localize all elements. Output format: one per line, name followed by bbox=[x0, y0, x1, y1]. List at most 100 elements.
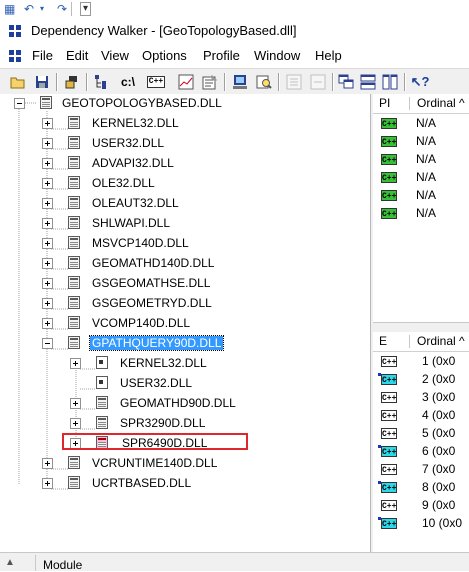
imports-header: PI Ordinal ^ bbox=[373, 94, 469, 114]
expand-toggle[interactable] bbox=[42, 198, 53, 209]
customize-qat-icon[interactable]: ▾ bbox=[80, 2, 91, 16]
menu-profile[interactable]: Profile bbox=[202, 48, 241, 64]
export-row[interactable]: C++ 4 (0x0 bbox=[373, 406, 469, 424]
tree-item-label[interactable]: KERNEL32.DLL bbox=[92, 116, 179, 130]
tree-item-label[interactable]: UCRTBASED.DLL bbox=[92, 476, 191, 490]
save-icon[interactable] bbox=[32, 72, 52, 92]
expand-toggle[interactable] bbox=[70, 398, 81, 409]
help-icon[interactable]: ↖? bbox=[410, 72, 430, 92]
module-dependency-tree[interactable]: GEOTOPOLOGYBASED.DLL KERNEL32.DLL USER32… bbox=[0, 94, 371, 552]
column-header-ordinal[interactable]: Ordinal ^ bbox=[411, 332, 469, 351]
menu-edit[interactable]: Edit bbox=[65, 48, 89, 64]
expand-toggle[interactable] bbox=[42, 318, 53, 329]
tree-item-label[interactable]: SPR3290D.DLL bbox=[120, 416, 205, 430]
export-row[interactable]: C++ 3 (0x0 bbox=[373, 388, 469, 406]
tree-item-label[interactable]: GSGEOMATHSE.DLL bbox=[92, 276, 210, 290]
find-icon[interactable] bbox=[254, 72, 274, 92]
copy-icon[interactable] bbox=[62, 72, 82, 92]
expand-toggle[interactable] bbox=[70, 358, 81, 369]
expand-icon[interactable] bbox=[284, 72, 304, 92]
tree-item-label[interactable]: GEOMATHD90D.DLL bbox=[120, 396, 236, 410]
column-divider bbox=[409, 335, 410, 348]
parent-imports-pane[interactable]: PI Ordinal ^ C++ N/A C++ N/A C++ N/A C++ N/A C++… bbox=[373, 94, 469, 322]
export-row[interactable]: C++ 6 (0x0 bbox=[373, 442, 469, 460]
collapse-toggle[interactable] bbox=[42, 338, 53, 349]
tree-item-selected-label[interactable]: GPATHQUERY90D.DLL bbox=[88, 335, 225, 351]
path-icon[interactable]: c:\ bbox=[118, 72, 138, 92]
import-row[interactable]: C++ N/A bbox=[373, 168, 469, 186]
tree-item-label[interactable]: OLE32.DLL bbox=[92, 176, 155, 190]
expand-toggle[interactable] bbox=[42, 238, 53, 249]
import-row[interactable]: C++ N/A bbox=[373, 132, 469, 150]
tree-item-label[interactable]: OLEAUT32.DLL bbox=[92, 196, 179, 210]
expand-toggle[interactable] bbox=[70, 418, 81, 429]
tree-item-label[interactable]: USER32.DLL bbox=[120, 376, 192, 390]
tree-item-label[interactable]: MSVCP140D.DLL bbox=[92, 236, 189, 250]
column-header-pi[interactable]: PI bbox=[373, 94, 409, 113]
expand-toggle[interactable] bbox=[42, 278, 53, 289]
menu-window[interactable]: Window bbox=[253, 48, 301, 64]
exports-pane[interactable]: E Ordinal ^ C++ 1 (0x0 C++ 2 (0x0 C++ 3 (0x0 C… bbox=[373, 332, 469, 552]
export-row[interactable]: C++ 8 (0x0 bbox=[373, 478, 469, 496]
tree-item-label[interactable]: ADVAPI32.DLL bbox=[92, 156, 174, 170]
undo-dropdown-icon[interactable]: ▾ bbox=[40, 2, 44, 16]
expand-toggle[interactable] bbox=[42, 218, 53, 229]
collapse-icon[interactable] bbox=[308, 72, 328, 92]
menu-view[interactable]: View bbox=[100, 48, 130, 64]
expand-toggle[interactable] bbox=[42, 458, 53, 469]
expand-toggle[interactable] bbox=[42, 258, 53, 269]
expand-toggle[interactable] bbox=[42, 178, 53, 189]
module-icon bbox=[68, 456, 80, 469]
cascade-icon[interactable] bbox=[336, 72, 356, 92]
tile-vertical-icon[interactable] bbox=[380, 72, 400, 92]
tree-item-label[interactable]: GSGEOMETRYD.DLL bbox=[92, 296, 212, 310]
undo-icon[interactable]: ↶ bbox=[24, 2, 34, 16]
menu-help[interactable]: Help bbox=[314, 48, 343, 64]
module-icon bbox=[68, 116, 80, 129]
tree-icon[interactable] bbox=[92, 72, 112, 92]
expand-toggle[interactable] bbox=[42, 158, 53, 169]
export-row[interactable]: C++ 2 (0x0 bbox=[373, 370, 469, 388]
redo-icon[interactable]: ↷ bbox=[57, 2, 67, 16]
cpp-import-icon: C++ bbox=[381, 172, 397, 183]
export-row[interactable]: C++ 5 (0x0 bbox=[373, 424, 469, 442]
menu-file[interactable]: File bbox=[31, 48, 54, 64]
tree-item-label[interactable]: SHLWAPI.DLL bbox=[92, 216, 170, 230]
module-icon bbox=[68, 176, 80, 189]
import-row[interactable]: C++ N/A bbox=[373, 114, 469, 132]
tree-item-label[interactable]: VCOMP140D.DLL bbox=[92, 316, 190, 330]
expand-toggle[interactable] bbox=[42, 298, 53, 309]
export-row[interactable]: C++ 7 (0x0 bbox=[373, 460, 469, 478]
column-header-module[interactable]: Module bbox=[43, 559, 82, 571]
ordinal-value: N/A bbox=[416, 206, 437, 220]
module-icon bbox=[96, 396, 108, 409]
tree-item-label[interactable]: GEOMATHD140D.DLL bbox=[92, 256, 214, 270]
tile-horizontal-icon[interactable] bbox=[358, 72, 378, 92]
import-row[interactable]: C++ N/A bbox=[373, 186, 469, 204]
open-icon[interactable] bbox=[8, 72, 28, 92]
expand-toggle[interactable] bbox=[42, 478, 53, 489]
properties-icon[interactable] bbox=[200, 72, 220, 92]
import-row[interactable]: C++ N/A bbox=[373, 204, 469, 222]
import-row[interactable]: C++ N/A bbox=[373, 150, 469, 168]
export-row[interactable]: C++ 9 (0x0 bbox=[373, 496, 469, 514]
sort-ascending-icon[interactable]: ▲ bbox=[5, 557, 15, 568]
ordinal-value: 5 (0x0 bbox=[422, 426, 456, 440]
module-icon bbox=[68, 316, 80, 329]
tree-root-label[interactable]: GEOTOPOLOGYBASED.DLL bbox=[62, 96, 222, 110]
menu-options[interactable]: Options bbox=[141, 48, 188, 64]
graph-icon[interactable] bbox=[176, 72, 196, 92]
document-system-menu-icon[interactable] bbox=[9, 50, 21, 62]
collapse-toggle[interactable] bbox=[14, 98, 25, 109]
column-header-ordinal[interactable]: Ordinal ^ bbox=[411, 94, 469, 113]
export-row[interactable]: C++ 10 (0x0 bbox=[373, 514, 469, 532]
tree-item-label[interactable]: VCRUNTIME140D.DLL bbox=[92, 456, 217, 470]
export-row[interactable]: C++ 1 (0x0 bbox=[373, 352, 469, 370]
system-info-icon[interactable] bbox=[230, 72, 250, 92]
expand-toggle[interactable] bbox=[42, 118, 53, 129]
tree-item-label[interactable]: KERNEL32.DLL bbox=[120, 356, 207, 370]
cpp-icon[interactable]: C++ bbox=[146, 72, 166, 92]
expand-toggle[interactable] bbox=[42, 138, 53, 149]
column-header-e[interactable]: E bbox=[373, 332, 409, 351]
tree-item-label[interactable]: USER32.DLL bbox=[92, 136, 164, 150]
